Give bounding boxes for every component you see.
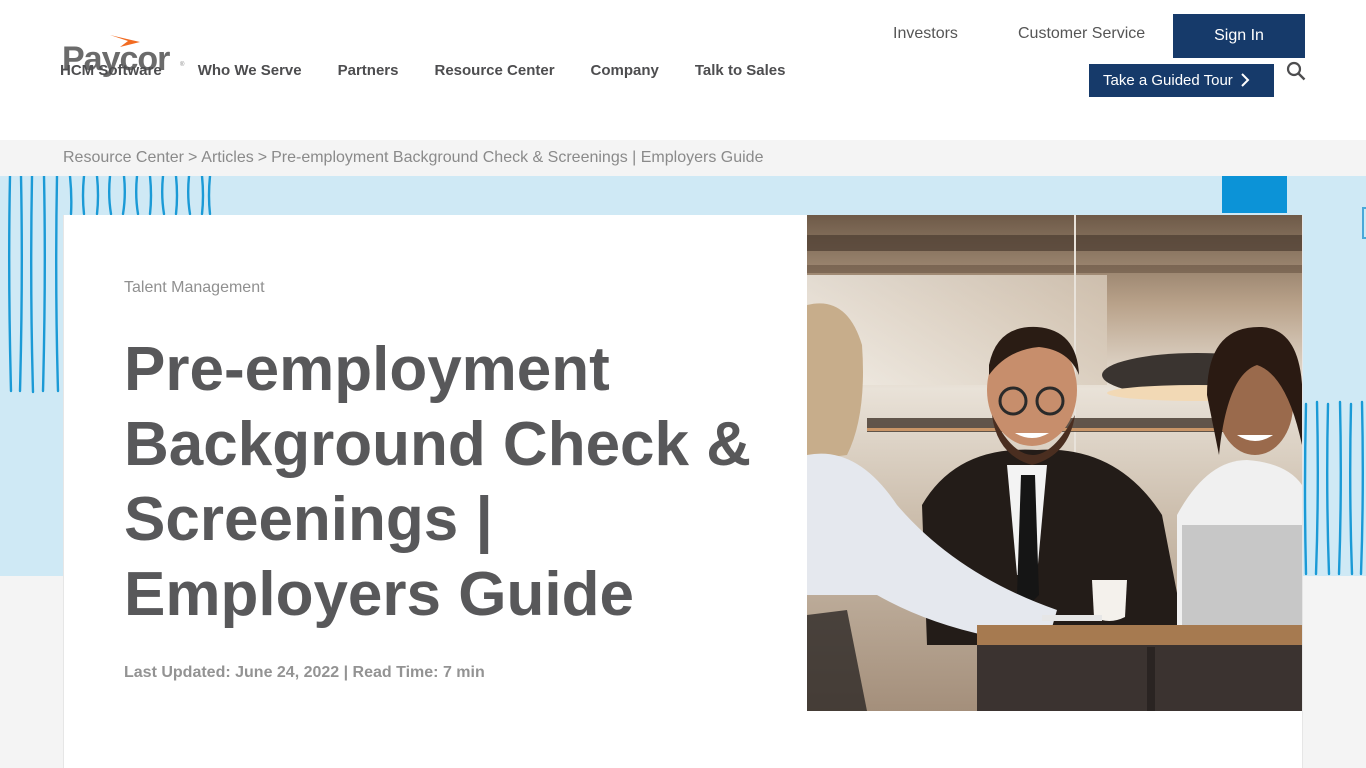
breadcrumb-current: Pre-employment Background Check & Screen… <box>271 149 764 166</box>
nav-item-partners[interactable]: Partners <box>338 62 399 79</box>
breadcrumb-separator: > <box>257 149 268 166</box>
nav-item-talk-to-sales[interactable]: Talk to Sales <box>695 62 786 79</box>
nav-item-company[interactable]: Company <box>591 62 659 79</box>
breadcrumb-articles[interactable]: Articles <box>201 149 253 166</box>
decorative-blue-square <box>1222 176 1287 213</box>
chevron-right-icon <box>1241 73 1250 87</box>
article-title: Pre-employment Background Check & Screen… <box>124 335 752 629</box>
sign-in-label: Sign In <box>1214 27 1264 44</box>
sign-in-button[interactable]: Sign In <box>1173 14 1305 58</box>
breadcrumb-separator: > <box>187 149 198 166</box>
breadcrumb-bar: Resource Center > Articles > Pre-employment … <box>0 140 1366 176</box>
guided-tour-button[interactable]: Take a Guided Tour <box>1089 64 1274 97</box>
decorative-stripes-right <box>1303 400 1364 576</box>
article-category[interactable]: Talent Management <box>124 279 265 297</box>
nav-item-resource-center[interactable]: Resource Center <box>434 62 554 79</box>
nav-item-who-we-serve[interactable]: Who We Serve <box>198 62 302 79</box>
page: Paycor ® HCM Software Who We Serve Partn… <box>0 0 1366 768</box>
breadcrumb-resource-center[interactable]: Resource Center <box>63 149 184 166</box>
article-meta: Last Updated: June 24, 2022 | Read Time:… <box>124 664 485 681</box>
investors-link[interactable]: Investors <box>893 25 958 43</box>
search-icon[interactable] <box>1286 61 1306 81</box>
site-header: Paycor ® HCM Software Who We Serve Partn… <box>0 0 1366 140</box>
interview-photo-illustration <box>807 215 1302 711</box>
main-nav: HCM Software Who We Serve Partners Resou… <box>60 59 821 81</box>
nav-item-hcm-software[interactable]: HCM Software <box>60 62 162 79</box>
guided-tour-label: Take a Guided Tour <box>1103 72 1233 89</box>
breadcrumb: Resource Center > Articles > Pre-employment … <box>63 149 763 167</box>
customer-service-link[interactable]: Customer Service <box>1018 25 1145 43</box>
decorative-outline-box <box>1362 207 1366 239</box>
article-hero-image <box>807 215 1302 711</box>
